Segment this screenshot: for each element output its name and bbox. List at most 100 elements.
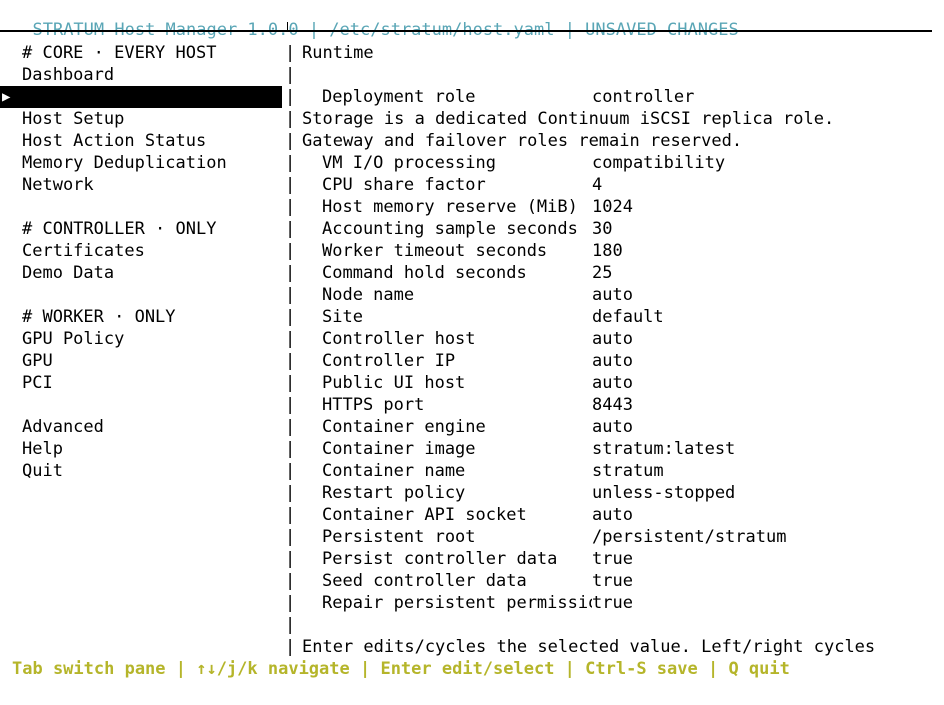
pane-separator: | xyxy=(285,461,296,481)
nav-item-memory-deduplication[interactable]: Memory Deduplication xyxy=(0,152,282,174)
setting-row[interactable]: | Accounting sample seconds 30 xyxy=(282,218,932,240)
setting-value[interactable]: 1024 xyxy=(592,196,633,218)
setting-label: Container name xyxy=(322,461,466,481)
sidebar-nav: # CORE · EVERY HOST Dashboard ▶ Runtime … xyxy=(0,42,282,482)
setting-value[interactable]: stratum xyxy=(592,460,664,482)
pane-separator: | xyxy=(285,219,296,239)
setting-value[interactable]: auto xyxy=(592,372,633,394)
setting-value[interactable]: auto xyxy=(592,328,633,350)
nav-item-gpu-policy[interactable]: GPU Policy xyxy=(0,328,282,350)
title-divider xyxy=(0,30,932,32)
setting-row[interactable]: | HTTPS port 8443 xyxy=(282,394,932,416)
setting-row[interactable]: | VM I/O processing compatibility xyxy=(282,152,932,174)
setting-value[interactable]: default xyxy=(592,306,664,328)
nav-item-network[interactable]: Network xyxy=(0,174,282,196)
setting-row[interactable]: | Controller host auto xyxy=(282,328,932,350)
setting-value[interactable]: 4 xyxy=(592,174,602,196)
setting-row[interactable]: | Container name stratum xyxy=(282,460,932,482)
keybinding-footer: Tab switch pane | ↑↓/j/k navigate | Ente… xyxy=(12,659,790,679)
nav-item-help[interactable]: Help xyxy=(0,438,282,460)
setting-value[interactable]: 180 xyxy=(592,240,623,262)
setting-value[interactable]: unless-stopped xyxy=(592,482,735,504)
setting-row[interactable]: | Command hold seconds 25 xyxy=(282,262,932,284)
pane-separator: | xyxy=(285,285,296,305)
pane-separator: | xyxy=(285,505,296,525)
pane-separator: | xyxy=(285,351,296,371)
pane-separator: | xyxy=(285,241,296,261)
setting-row[interactable]: | Site default xyxy=(282,306,932,328)
pane-separator: | xyxy=(285,87,296,107)
pane-separator: | xyxy=(285,153,296,173)
setting-row[interactable]: | Repair persistent permissions true xyxy=(282,592,932,614)
nav-item-dashboard[interactable]: Dashboard xyxy=(0,64,282,86)
setting-value[interactable]: compatibility xyxy=(592,152,725,174)
note-row: | Storage is a dedicated Continuum iSCSI… xyxy=(282,108,932,130)
pane-divider-tick xyxy=(287,22,288,30)
setting-row-deployment-role[interactable]: | Deployment role controller xyxy=(282,86,932,108)
setting-value[interactable]: auto xyxy=(592,416,633,438)
nav-heading-controller: # CONTROLLER · ONLY xyxy=(22,219,217,239)
setting-row[interactable]: | CPU share factor 4 xyxy=(282,174,932,196)
selection-cursor-icon: ▶ xyxy=(2,89,11,105)
setting-row[interactable]: | Controller IP auto xyxy=(282,350,932,372)
pane-separator: | xyxy=(285,131,296,151)
setting-value[interactable]: true xyxy=(592,548,633,570)
setting-value[interactable]: stratum:latest xyxy=(592,438,735,460)
setting-row[interactable]: | Container image stratum:latest xyxy=(282,438,932,460)
pane-separator: | xyxy=(285,175,296,195)
setting-value[interactable]: auto xyxy=(592,284,633,306)
setting-row[interactable]: | Seed controller data true xyxy=(282,570,932,592)
setting-value[interactable]: controller xyxy=(592,86,694,108)
blank-row: | xyxy=(282,614,932,636)
setting-value[interactable]: auto xyxy=(592,350,633,372)
setting-label: Restart policy xyxy=(322,483,466,503)
setting-row[interactable]: | Container API socket auto xyxy=(282,504,932,526)
title-bar: STRATUM Host Manager 1.0.0 | /etc/stratu… xyxy=(12,0,738,40)
pane-separator: | xyxy=(285,439,296,459)
setting-label: HTTPS port xyxy=(322,395,425,415)
setting-row[interactable]: | Container engine auto xyxy=(282,416,932,438)
setting-row[interactable]: | Persistent root/persistent/stratum xyxy=(282,526,932,548)
setting-row[interactable]: | Worker timeout seconds 180 xyxy=(282,240,932,262)
setting-label: Site xyxy=(322,307,363,327)
nav-item-certificates[interactable]: Certificates xyxy=(0,240,282,262)
setting-row[interactable]: | Host memory reserve (MiB) 1024 xyxy=(282,196,932,218)
pane-separator: | xyxy=(285,417,296,437)
setting-label: Worker timeout seconds xyxy=(322,241,548,261)
pane-separator: | xyxy=(285,637,296,657)
nav-item-host-action-status[interactable]: Host Action Status xyxy=(0,130,282,152)
note-row: | Gateway and failover roles remain rese… xyxy=(282,130,932,152)
pane-separator: | xyxy=(285,395,296,415)
setting-label: Controller IP xyxy=(322,351,456,371)
nav-item-host-setup[interactable]: Host Setup xyxy=(0,108,282,130)
pane-separator: | xyxy=(285,615,296,635)
nav-item-demo-data[interactable]: Demo Data xyxy=(0,262,282,284)
setting-label: Accounting sample seconds xyxy=(322,219,578,239)
setting-label: Persist controller data xyxy=(322,549,558,569)
nav-item-pci[interactable]: PCI xyxy=(0,372,282,394)
setting-value[interactable]: auto xyxy=(592,504,633,526)
nav-item-runtime[interactable]: ▶ Runtime xyxy=(0,86,282,151)
setting-value[interactable]: 8443 xyxy=(592,394,633,416)
setting-row[interactable]: | Public UI host auto xyxy=(282,372,932,394)
setting-row[interactable]: | Node name auto xyxy=(282,284,932,306)
setting-row[interactable]: | Restart policy unless-stopped xyxy=(282,482,932,504)
setting-value[interactable]: true xyxy=(592,570,633,592)
setting-value[interactable]: /persistent/stratum xyxy=(592,526,786,548)
setting-value[interactable]: true xyxy=(592,592,633,614)
setting-label: Container image xyxy=(322,439,476,459)
role-note: Storage is a dedicated Continuum iSCSI r… xyxy=(302,109,835,129)
setting-row[interactable]: | Persist controller data true xyxy=(282,548,932,570)
nav-item-advanced[interactable]: Advanced xyxy=(0,416,282,438)
nav-item-quit[interactable]: Quit xyxy=(0,460,282,482)
nav-heading-worker: # WORKER · ONLY xyxy=(22,307,176,327)
pane-separator: | xyxy=(285,109,296,129)
setting-value[interactable]: 30 xyxy=(592,218,612,240)
setting-label: Command hold seconds xyxy=(322,263,527,283)
nav-item-gpu[interactable]: GPU xyxy=(0,350,282,372)
nav-heading-core: # CORE · EVERY HOST xyxy=(22,43,217,63)
setting-value[interactable]: 25 xyxy=(592,262,612,284)
